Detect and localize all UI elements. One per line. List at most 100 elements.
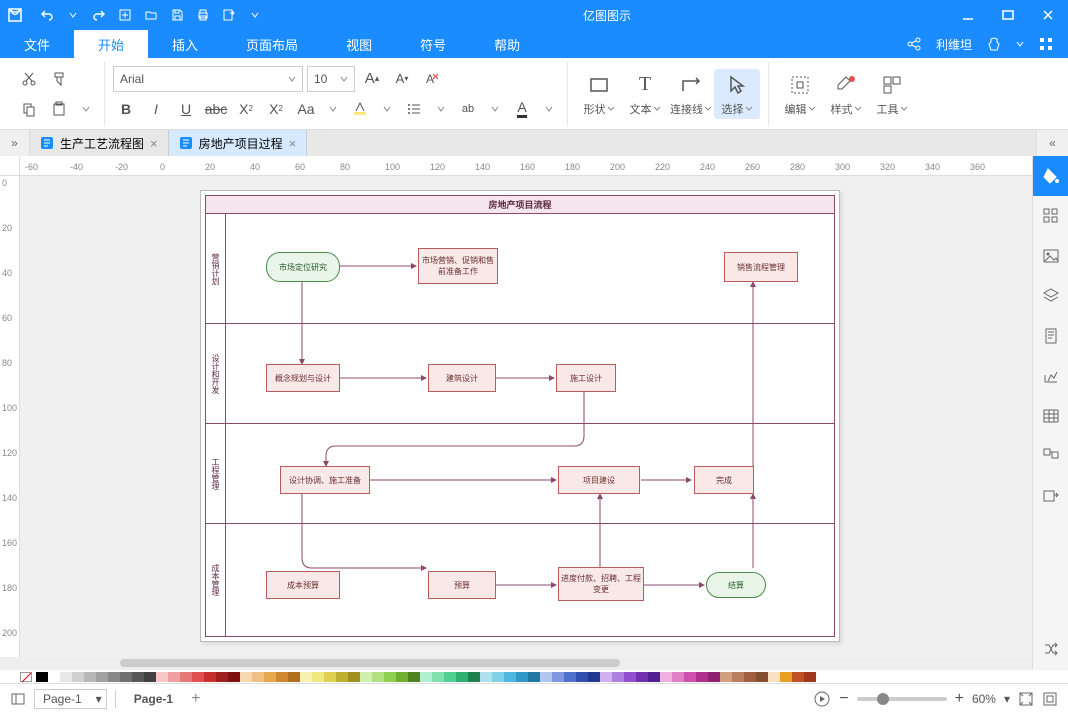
maximize-button[interactable] [988, 0, 1028, 30]
canvas[interactable]: 房地产项目流程 营销计划 设计和开发 工程管理 成本管理 [20, 176, 1032, 657]
export-button[interactable] [218, 4, 240, 26]
zoom-dropdown[interactable]: ▾ [1004, 692, 1010, 706]
color-swatch[interactable] [324, 672, 336, 682]
horizontal-scrollbar[interactable] [0, 657, 1032, 669]
case-dropdown[interactable] [323, 96, 343, 122]
color-swatch[interactable] [672, 672, 684, 682]
open-button[interactable] [140, 4, 162, 26]
copy-button[interactable] [16, 96, 42, 122]
lane-label-0[interactable]: 营销计划 [206, 214, 226, 323]
zoom-out-button[interactable]: − [839, 690, 848, 708]
doc-tab-1[interactable]: 房地产项目过程 × [169, 130, 308, 156]
font-size-select[interactable]: 10 [307, 66, 355, 92]
color-swatch[interactable] [120, 672, 132, 682]
color-swatch[interactable] [420, 672, 432, 682]
menu-insert[interactable]: 插入 [148, 30, 222, 58]
bullets-button[interactable] [401, 96, 427, 122]
node-start[interactable]: 市场定位研究 [266, 252, 340, 282]
color-swatch[interactable] [684, 672, 696, 682]
color-swatch[interactable] [252, 672, 264, 682]
tab-close-button[interactable]: × [289, 136, 297, 151]
color-swatch[interactable] [780, 672, 792, 682]
zoom-slider[interactable] [857, 697, 947, 701]
zoom-value[interactable]: 60% [972, 692, 996, 706]
color-swatch[interactable] [144, 672, 156, 682]
color-swatch[interactable] [204, 672, 216, 682]
node-box[interactable]: 项目建设 [558, 466, 640, 494]
color-swatch[interactable] [528, 672, 540, 682]
color-swatch[interactable] [48, 672, 60, 682]
panel-chart-button[interactable] [1033, 356, 1068, 396]
color-swatch[interactable] [132, 672, 144, 682]
color-swatch[interactable] [468, 672, 480, 682]
minimize-button[interactable] [948, 0, 988, 30]
color-swatch[interactable] [216, 672, 228, 682]
node-box[interactable]: 设计协调、施工准备 [280, 466, 370, 494]
color-swatch[interactable] [792, 672, 804, 682]
color-swatch[interactable] [276, 672, 288, 682]
paste-button[interactable] [46, 96, 72, 122]
right-panel-collapse[interactable]: « [1036, 130, 1068, 156]
theme-dropdown[interactable] [1016, 40, 1024, 48]
panel-page-button[interactable] [1033, 316, 1068, 356]
undo-button[interactable] [36, 4, 58, 26]
zoom-in-button[interactable]: + [955, 690, 964, 708]
lane-label-1[interactable]: 设计和开发 [206, 324, 226, 423]
color-swatch[interactable] [396, 672, 408, 682]
color-swatch[interactable] [264, 672, 276, 682]
text-direction-dropdown[interactable] [485, 96, 505, 122]
outline-toggle[interactable] [10, 691, 26, 707]
tab-close-button[interactable]: × [150, 136, 158, 151]
color-swatch[interactable] [636, 672, 648, 682]
color-swatch[interactable] [240, 672, 252, 682]
page[interactable]: 房地产项目流程 营销计划 设计和开发 工程管理 成本管理 [200, 190, 840, 642]
italic-button[interactable]: I [143, 96, 169, 122]
text-tool-button[interactable]: T文本 [622, 69, 668, 119]
tools-button[interactable]: 工具 [869, 69, 915, 119]
user-label[interactable]: 利维坦 [936, 36, 972, 53]
clear-format-button[interactable]: A [419, 66, 445, 92]
panel-image-button[interactable] [1033, 236, 1068, 276]
print-button[interactable] [192, 4, 214, 26]
panel-fill-button[interactable] [1033, 156, 1068, 196]
color-swatch[interactable] [516, 672, 528, 682]
color-swatch[interactable] [348, 672, 360, 682]
panel-grid-button[interactable] [1033, 196, 1068, 236]
page-select[interactable]: Page-1▾ [34, 689, 107, 709]
connector-tool-button[interactable]: 连接线 [668, 69, 714, 119]
node-box[interactable]: 概念规划与设计 [266, 364, 340, 392]
panel-table-button[interactable] [1033, 396, 1068, 436]
color-swatch[interactable] [168, 672, 180, 682]
doc-tab-0[interactable]: 生产工艺流程图 × [30, 130, 169, 156]
bullets-dropdown[interactable] [431, 96, 451, 122]
color-swatch[interactable] [108, 672, 120, 682]
export-dropdown[interactable] [244, 4, 266, 26]
node-box[interactable]: 进度付款、招聘、工程变更 [558, 567, 644, 601]
color-swatch[interactable] [804, 672, 816, 682]
color-swatch[interactable] [336, 672, 348, 682]
color-swatch[interactable] [192, 672, 204, 682]
shape-tool-button[interactable]: 形状 [576, 69, 622, 119]
color-swatch[interactable] [744, 672, 756, 682]
panel-components-button[interactable] [1033, 436, 1068, 476]
color-swatch[interactable] [588, 672, 600, 682]
color-swatch[interactable] [552, 672, 564, 682]
color-swatch[interactable] [696, 672, 708, 682]
color-swatch[interactable] [660, 672, 672, 682]
color-swatch[interactable] [96, 672, 108, 682]
paste-dropdown[interactable] [76, 96, 96, 122]
style-tool-button[interactable]: 样式 [823, 69, 869, 119]
cut-button[interactable] [16, 66, 42, 92]
presentation-button[interactable] [813, 690, 831, 708]
no-color-swatch[interactable] [20, 672, 32, 682]
font-color-dropdown[interactable] [539, 96, 559, 122]
node-box[interactable]: 成本预算 [266, 571, 340, 599]
color-swatch[interactable] [624, 672, 636, 682]
apps-icon[interactable] [1038, 36, 1054, 52]
font-family-select[interactable]: Arial [113, 66, 303, 92]
menu-symbols[interactable]: 符号 [396, 30, 470, 58]
new-button[interactable] [114, 4, 136, 26]
underline-button[interactable]: U [173, 96, 199, 122]
close-button[interactable] [1028, 0, 1068, 30]
lane-label-2[interactable]: 工程管理 [206, 424, 226, 523]
